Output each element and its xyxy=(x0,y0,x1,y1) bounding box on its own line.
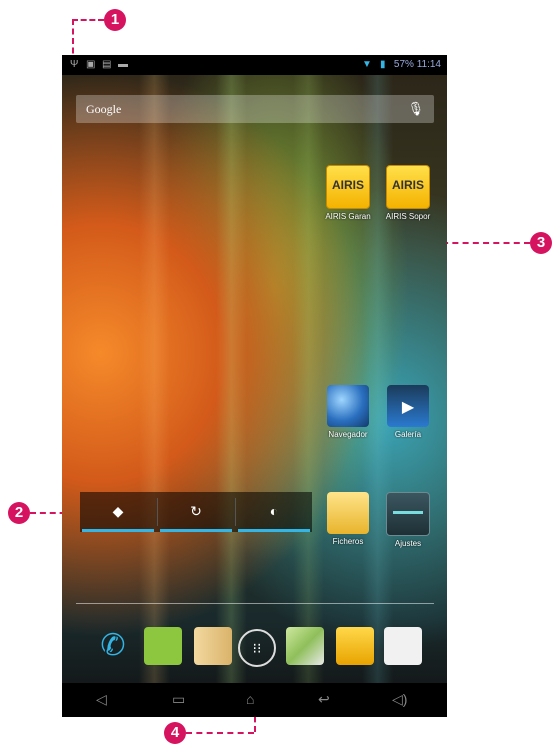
clock: 11:14 xyxy=(416,59,441,70)
power-control-widget: ◆ ↻ ◐ xyxy=(80,492,312,532)
dock-divider xyxy=(76,603,434,604)
files-folder-icon xyxy=(327,492,369,534)
wifi-status-icon: ▼ xyxy=(362,59,372,70)
settings-icon xyxy=(386,492,430,536)
airis-support-icon: AIRIS xyxy=(386,165,430,209)
contacts-icon[interactable] xyxy=(194,627,232,665)
volume-down-icon[interactable]: ◁ xyxy=(96,691,107,707)
play-store-icon[interactable] xyxy=(384,627,422,665)
app-label: AIRIS Garan xyxy=(325,212,371,221)
callout-1: 1 xyxy=(104,9,126,31)
phone-screen: Ψ ▣ ▤ ▬ ▼ ▮ 57% 11:14 Google 🎙 AIRIS AIR… xyxy=(62,55,447,717)
home-icon[interactable]: ⌂ xyxy=(246,691,254,707)
app-label: Ficheros xyxy=(332,537,364,546)
email-icon[interactable] xyxy=(336,627,374,665)
app-airis-soporte[interactable]: AIRIS AIRIS Sopor xyxy=(378,165,438,221)
phone-icon[interactable]: ✆ xyxy=(94,627,132,665)
search-label: Google xyxy=(86,102,122,116)
airis-warranty-icon: AIRIS xyxy=(326,165,370,209)
wifi-icon: ◆ xyxy=(112,503,124,519)
app-navegador[interactable]: Navegador xyxy=(318,385,378,439)
navigation-bar: ◁ ▭ ⌂ ↩ ◁) xyxy=(62,683,447,717)
wifi-toggle[interactable]: ◆ xyxy=(80,492,156,532)
messaging-icon[interactable] xyxy=(144,627,182,665)
volume-up-icon[interactable]: ◁) xyxy=(392,691,407,707)
battery-icon: ▮ xyxy=(380,59,386,70)
status-time: 57% 11:14 xyxy=(394,59,441,70)
battery-small-icon: ▬ xyxy=(118,59,128,70)
all-apps-icon[interactable]: ⁝⁝ xyxy=(238,629,276,667)
app-label: Galería xyxy=(394,430,422,439)
callout-4-leader-h xyxy=(186,732,254,734)
browser-globe-icon xyxy=(327,385,369,427)
battery-percent: 57% xyxy=(393,59,414,70)
app-galeria[interactable]: ▶ Galería xyxy=(378,385,438,439)
app-ficheros[interactable]: Ficheros xyxy=(318,492,378,546)
notification-icon: ▤ xyxy=(102,59,112,70)
maps-icon[interactable] xyxy=(286,627,324,665)
app-label: Navegador xyxy=(328,430,368,439)
recent-apps-icon[interactable]: ▭ xyxy=(172,691,185,707)
brightness-icon: ◐ xyxy=(269,503,279,519)
sync-toggle[interactable]: ↻ xyxy=(158,492,234,532)
back-icon[interactable]: ↩ xyxy=(318,691,330,707)
app-airis-garantia[interactable]: AIRIS AIRIS Garan xyxy=(318,165,378,221)
sync-icon: ↻ xyxy=(190,503,202,519)
callout-2: 2 xyxy=(8,502,30,524)
android-debug-icon: ▣ xyxy=(86,59,96,70)
callout-3: 3 xyxy=(530,232,552,254)
app-label: Ajustes xyxy=(394,539,422,548)
app-label: AIRIS Sopor xyxy=(385,212,431,221)
usb-icon: Ψ xyxy=(70,59,79,70)
status-bar: Ψ ▣ ▤ ▬ ▼ ▮ 57% 11:14 xyxy=(62,55,447,75)
brightness-toggle[interactable]: ◐ xyxy=(236,492,312,532)
mic-icon[interactable]: 🎙 xyxy=(407,101,424,117)
gallery-video-icon: ▶ xyxy=(387,385,429,427)
app-ajustes[interactable]: Ajustes xyxy=(378,492,438,548)
callout-1-leader-h xyxy=(72,19,104,21)
callout-4: 4 xyxy=(164,722,186,744)
google-search-bar[interactable]: Google 🎙 xyxy=(76,95,434,123)
